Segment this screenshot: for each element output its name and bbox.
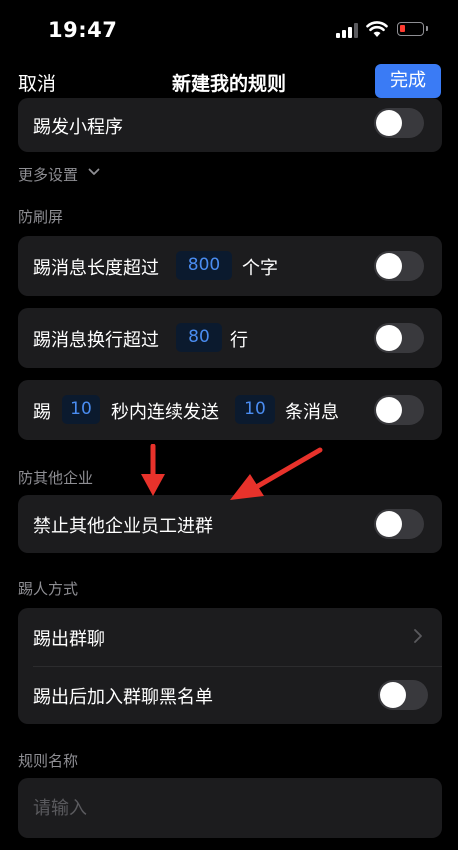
blacklist-label: 踢出后加入群聊黑名单 [33,687,213,708]
block-other-company-label: 禁止其他企业员工进群 [33,516,213,537]
msg-lines-prefix: 踢消息换行超过 [33,330,159,351]
battery-low-icon [397,22,428,36]
kick-mini-program-label: 踢发小程序 [33,117,123,138]
rule-name-card [18,778,442,838]
rapid-send-card: 踢 10 秒内连续发送 10 条消息 [18,380,442,440]
msg-lines-row: 踢消息换行超过 80 行 [18,308,442,368]
chevron-right-icon [414,629,422,643]
rapid-seconds-input[interactable]: 10 [62,395,100,424]
rapid-send-toggle[interactable] [374,395,424,425]
blacklist-toggle[interactable] [378,680,428,710]
done-button[interactable]: 完成 [375,64,441,98]
kick-method-card: 踢出群聊 踢出后加入群聊黑名单 [18,608,442,724]
block-other-company-toggle[interactable] [374,509,424,539]
status-bar: 19:47 [0,0,458,60]
blacklist-row: 踢出后加入群聊黑名单 [18,666,442,724]
rapid-send-middle: 秒内连续发送 [111,402,219,423]
msg-length-toggle[interactable] [374,251,424,281]
msg-lines-card: 踢消息换行超过 80 行 [18,308,442,368]
annotation-arrow-diagonal-icon [230,447,323,500]
other-company-section-label: 防其他企业 [18,469,94,487]
msg-length-row: 踢消息长度超过 800 个字 [18,236,442,296]
msg-length-card: 踢消息长度超过 800 个字 [18,236,442,296]
kick-mini-program-row: 踢发小程序 [18,98,442,152]
msg-length-prefix: 踢消息长度超过 [33,258,159,279]
more-settings-link[interactable]: 更多设置 [18,164,78,185]
rapid-count-input[interactable]: 10 [235,395,275,424]
rapid-send-prefix: 踢 [33,402,51,423]
kick-method-section-label: 踢人方式 [18,580,79,598]
annotation-arrow-down-icon [141,444,165,496]
msg-length-suffix: 个字 [242,258,278,279]
rapid-send-suffix: 条消息 [285,402,339,423]
msg-lines-input[interactable]: 80 [176,323,222,352]
msg-lines-suffix: 行 [230,330,248,351]
mini-program-card: 踢发小程序 [18,98,442,152]
wifi-icon [366,21,388,37]
status-time: 19:47 [48,18,118,42]
rule-name-section-label: 规则名称 [18,752,79,770]
cellular-signal-icon [336,23,358,38]
rapid-send-row: 踢 10 秒内连续发送 10 条消息 [18,380,442,440]
kick-mini-program-toggle[interactable] [374,108,424,138]
chevron-down-icon [88,168,100,175]
kick-out-row[interactable]: 踢出群聊 [18,608,442,666]
rule-name-input[interactable] [33,778,427,838]
msg-length-input[interactable]: 800 [176,251,232,280]
anti-spam-section-label: 防刷屏 [18,208,64,226]
kick-out-label: 踢出群聊 [33,629,105,650]
msg-lines-toggle[interactable] [374,323,424,353]
